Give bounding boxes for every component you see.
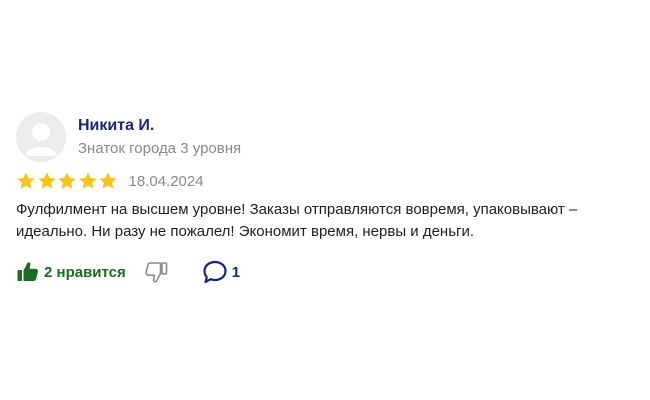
dislike-button[interactable] <box>144 260 168 284</box>
comment-count: 1 <box>231 263 241 281</box>
review-header: Никита И. Знаток города 3 уровня <box>16 112 636 162</box>
star-icon <box>99 172 117 189</box>
thumbs-up-icon <box>17 262 38 281</box>
avatar[interactable] <box>16 112 66 162</box>
comment-bubble-icon <box>203 260 227 284</box>
star-icon <box>37 172 56 189</box>
review-text: Фулфилмент на высшем уровне! Заказы отпр… <box>16 201 578 240</box>
rating-row: 18.04.2024 <box>16 171 636 191</box>
review-actions: 2 нравится 1 <box>16 259 636 285</box>
star-rating <box>16 171 119 191</box>
star-icon <box>17 172 35 189</box>
author-name[interactable]: Никита И. <box>78 116 241 136</box>
review-date: 18.04.2024 <box>128 172 204 190</box>
default-avatar-icon <box>16 112 66 162</box>
review-card: Никита И. Знаток города 3 уровня 18.04.2… <box>16 112 636 285</box>
star-icon <box>58 172 76 189</box>
like-count: 2 нравится <box>44 263 126 281</box>
comment-button[interactable]: 1 <box>202 259 240 285</box>
author-level: Знаток города 3 уровня <box>78 139 242 157</box>
like-button[interactable]: 2 нравится <box>16 260 126 284</box>
thumbs-down-icon <box>144 262 168 283</box>
star-icon <box>78 172 97 189</box>
author-info: Никита И. Знаток города 3 уровня <box>78 116 241 159</box>
